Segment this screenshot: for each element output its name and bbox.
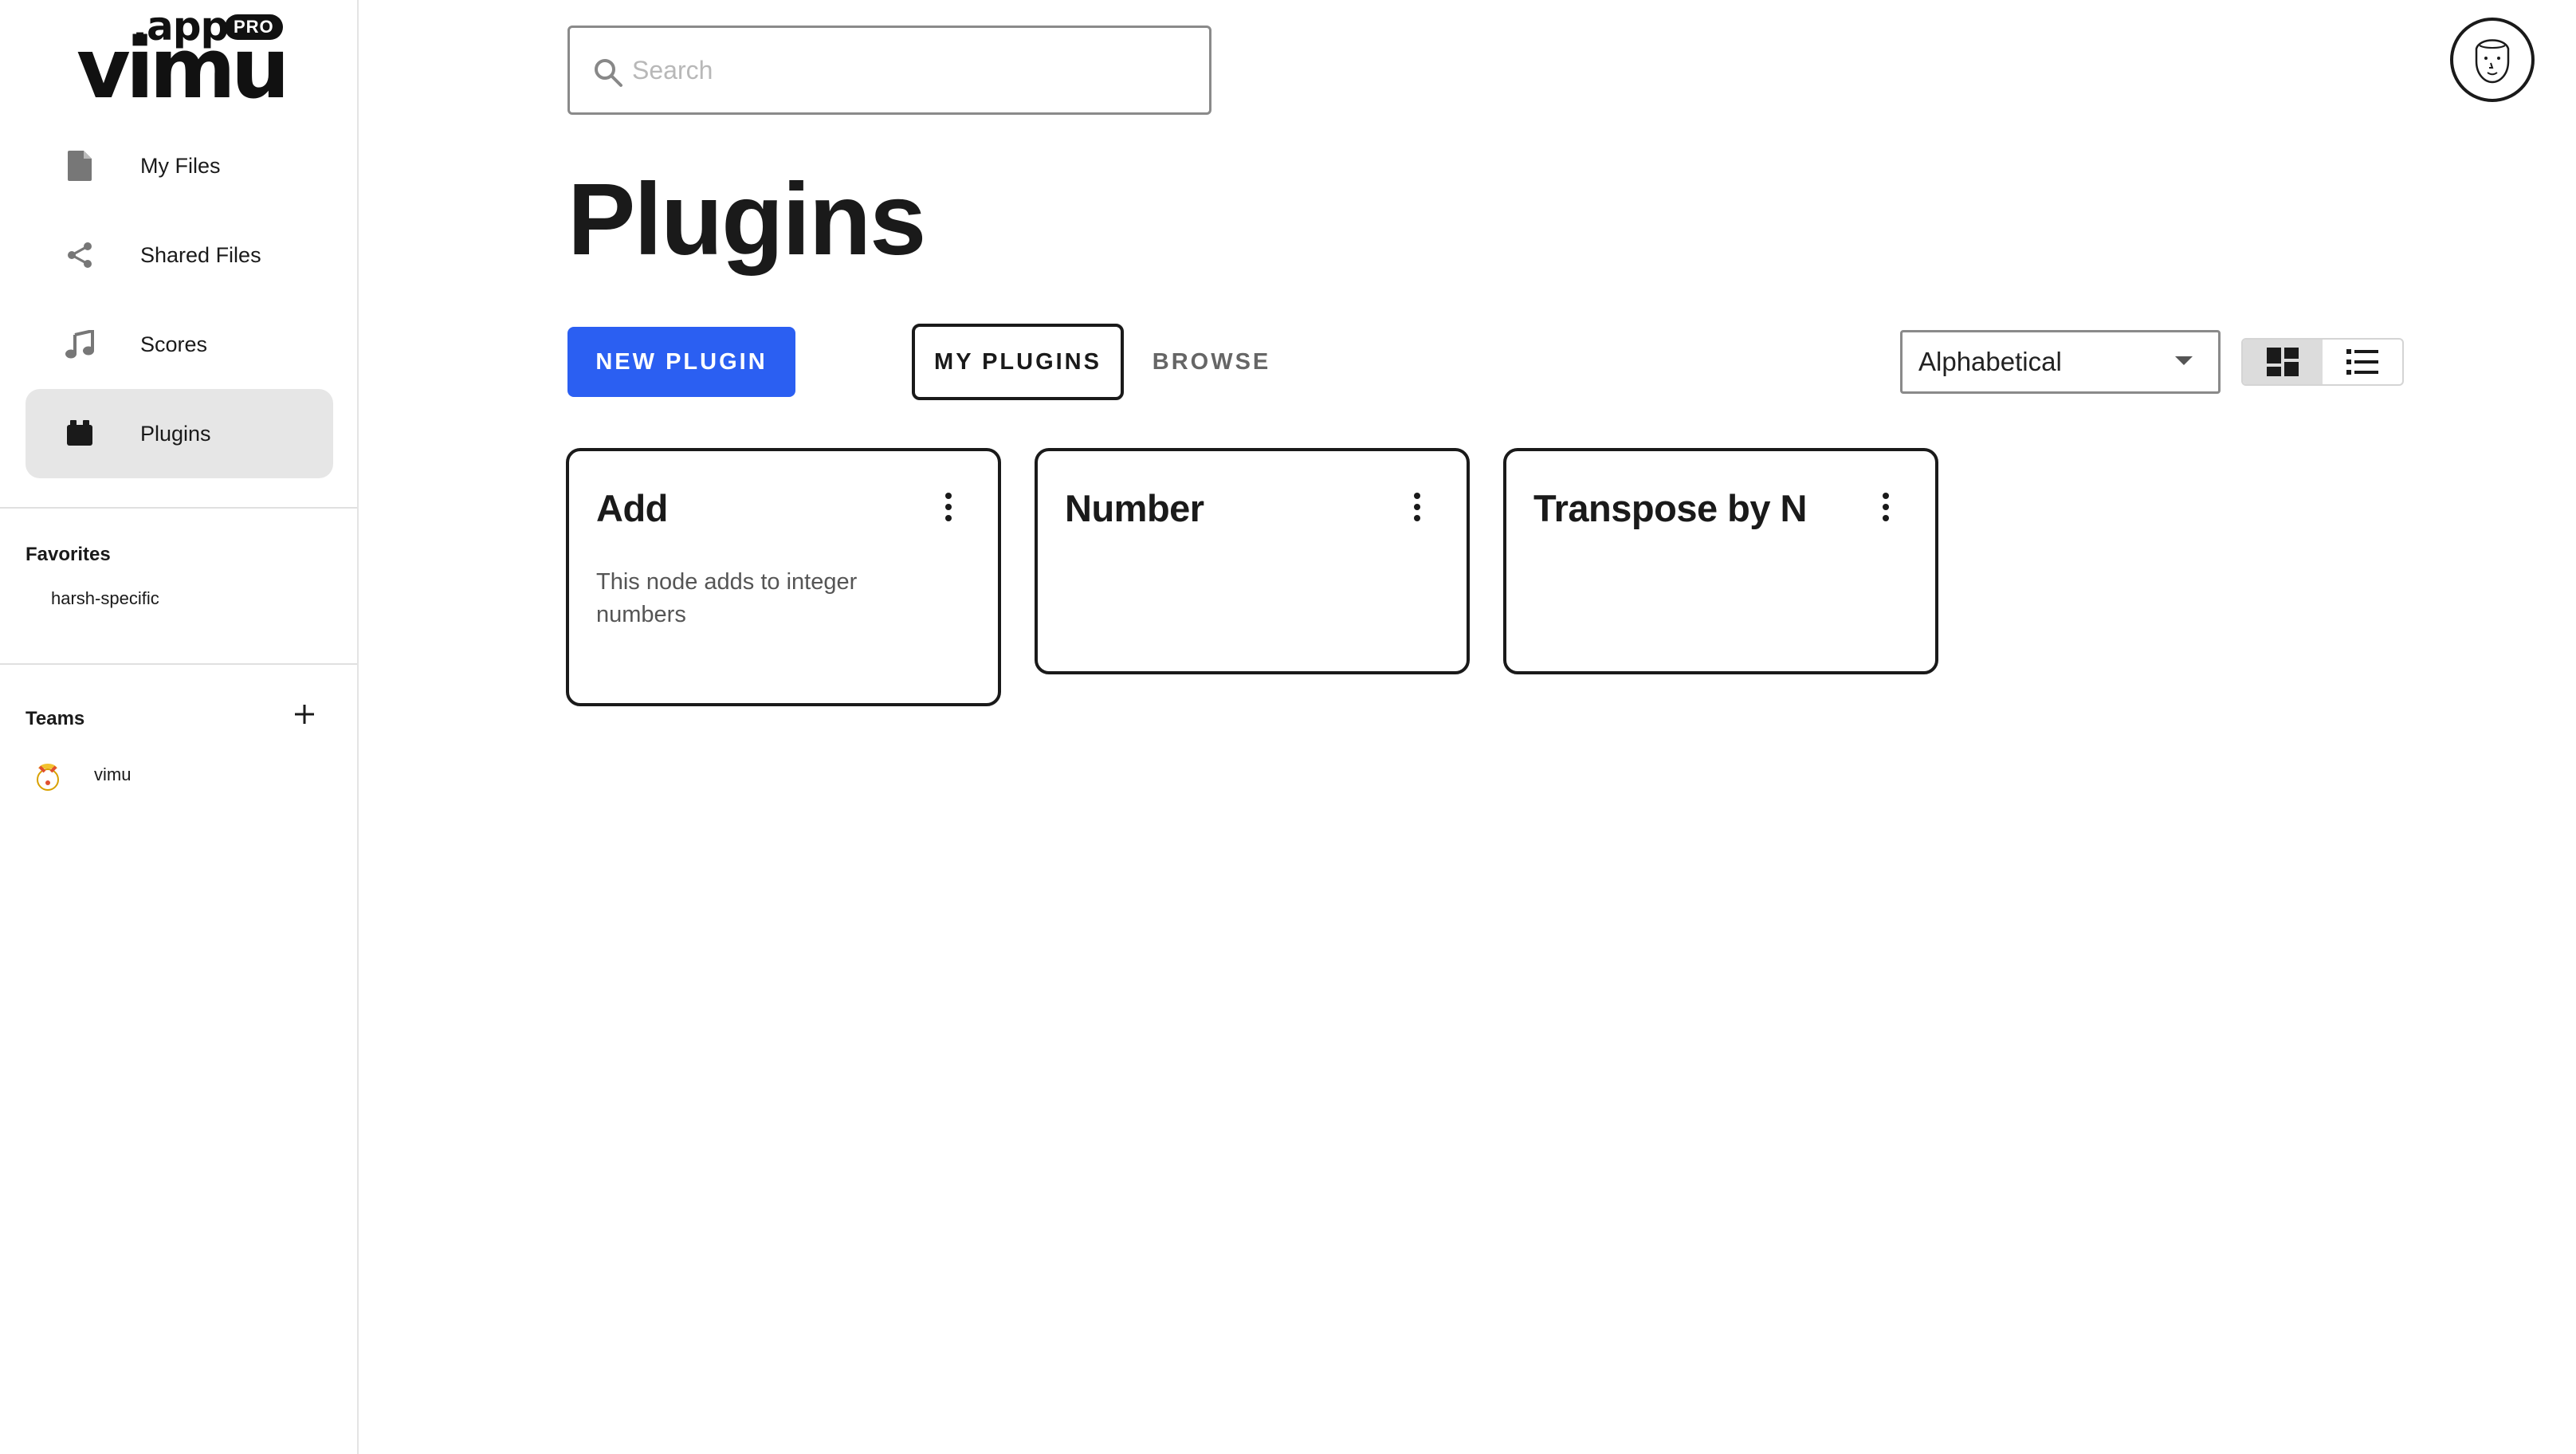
plugin-card-add[interactable]: Add This node adds to integer numbers xyxy=(566,448,1001,706)
share-icon xyxy=(64,239,96,271)
plugin-card-number[interactable]: Number xyxy=(1035,448,1470,674)
sidebar-divider xyxy=(0,507,357,509)
plugin-card-title: Transpose by N xyxy=(1533,487,1808,529)
app-window: .app PRO vimu My Files Shared Files Scor… xyxy=(0,0,2576,1454)
sort-dropdown[interactable]: Alphabetical xyxy=(1900,330,2221,394)
list-view-icon xyxy=(2346,349,2378,375)
plugin-card-title: Number xyxy=(1065,487,1204,529)
search-icon xyxy=(595,59,622,87)
plugin-card-title: Add xyxy=(596,487,668,529)
music-note-icon xyxy=(64,328,96,360)
new-plugin-button[interactable]: NEW PLUGIN xyxy=(567,327,795,397)
tab-my-plugins[interactable]: MY PLUGINS xyxy=(912,324,1124,400)
team-avatar-icon xyxy=(37,764,59,791)
user-avatar[interactable] xyxy=(2450,18,2535,102)
favorites-heading: Favorites xyxy=(26,544,111,565)
sidebar-item-scores[interactable]: Scores xyxy=(26,300,333,389)
favorite-item[interactable]: harsh-specific xyxy=(51,588,159,609)
sidebar: .app PRO vimu My Files Shared Files Scor… xyxy=(0,0,359,1454)
sidebar-divider xyxy=(0,663,357,665)
file-icon xyxy=(64,150,96,182)
sidebar-item-my-files[interactable]: My Files xyxy=(26,121,333,210)
sidebar-item-plugins[interactable]: Plugins xyxy=(26,389,333,478)
sidebar-item-label: Plugins xyxy=(140,422,211,446)
page-title: Plugins xyxy=(567,163,926,277)
sidebar-item-label: Shared Files xyxy=(140,243,261,267)
caret-down-icon xyxy=(2175,356,2193,365)
plugin-icon xyxy=(64,418,96,450)
plugin-card-description: This node adds to integer numbers xyxy=(596,569,858,627)
plus-icon xyxy=(295,705,314,724)
grid-view-icon xyxy=(2267,348,2299,376)
vimu-logo[interactable]: .app PRO vimu xyxy=(77,3,293,110)
view-mode-toggle xyxy=(2241,338,2404,386)
grid-view-button[interactable] xyxy=(2243,340,2323,384)
sort-selected-value: Alphabetical xyxy=(1918,347,2062,376)
team-name: vimu xyxy=(94,764,132,784)
teams-heading: Teams xyxy=(26,708,85,729)
tab-browse[interactable]: BROWSE xyxy=(1133,324,1290,400)
team-item-vimu[interactable]: vimu xyxy=(30,757,131,792)
sidebar-item-shared-files[interactable]: Shared Files xyxy=(26,210,333,300)
search-bar[interactable] xyxy=(567,26,1211,115)
more-options-icon[interactable] xyxy=(933,488,964,526)
search-input[interactable] xyxy=(632,28,1190,112)
more-options-icon[interactable] xyxy=(1401,488,1433,526)
logo-wordmark: vimu xyxy=(77,20,290,117)
plugin-card-transpose-by-n[interactable]: Transpose by N xyxy=(1503,448,1938,674)
avatar-face-icon xyxy=(2475,39,2510,84)
add-team-button[interactable] xyxy=(289,698,320,730)
list-view-button[interactable] xyxy=(2323,340,2402,384)
more-options-icon[interactable] xyxy=(1870,488,1902,526)
sidebar-item-label: My Files xyxy=(140,154,221,178)
sidebar-item-label: Scores xyxy=(140,332,208,356)
